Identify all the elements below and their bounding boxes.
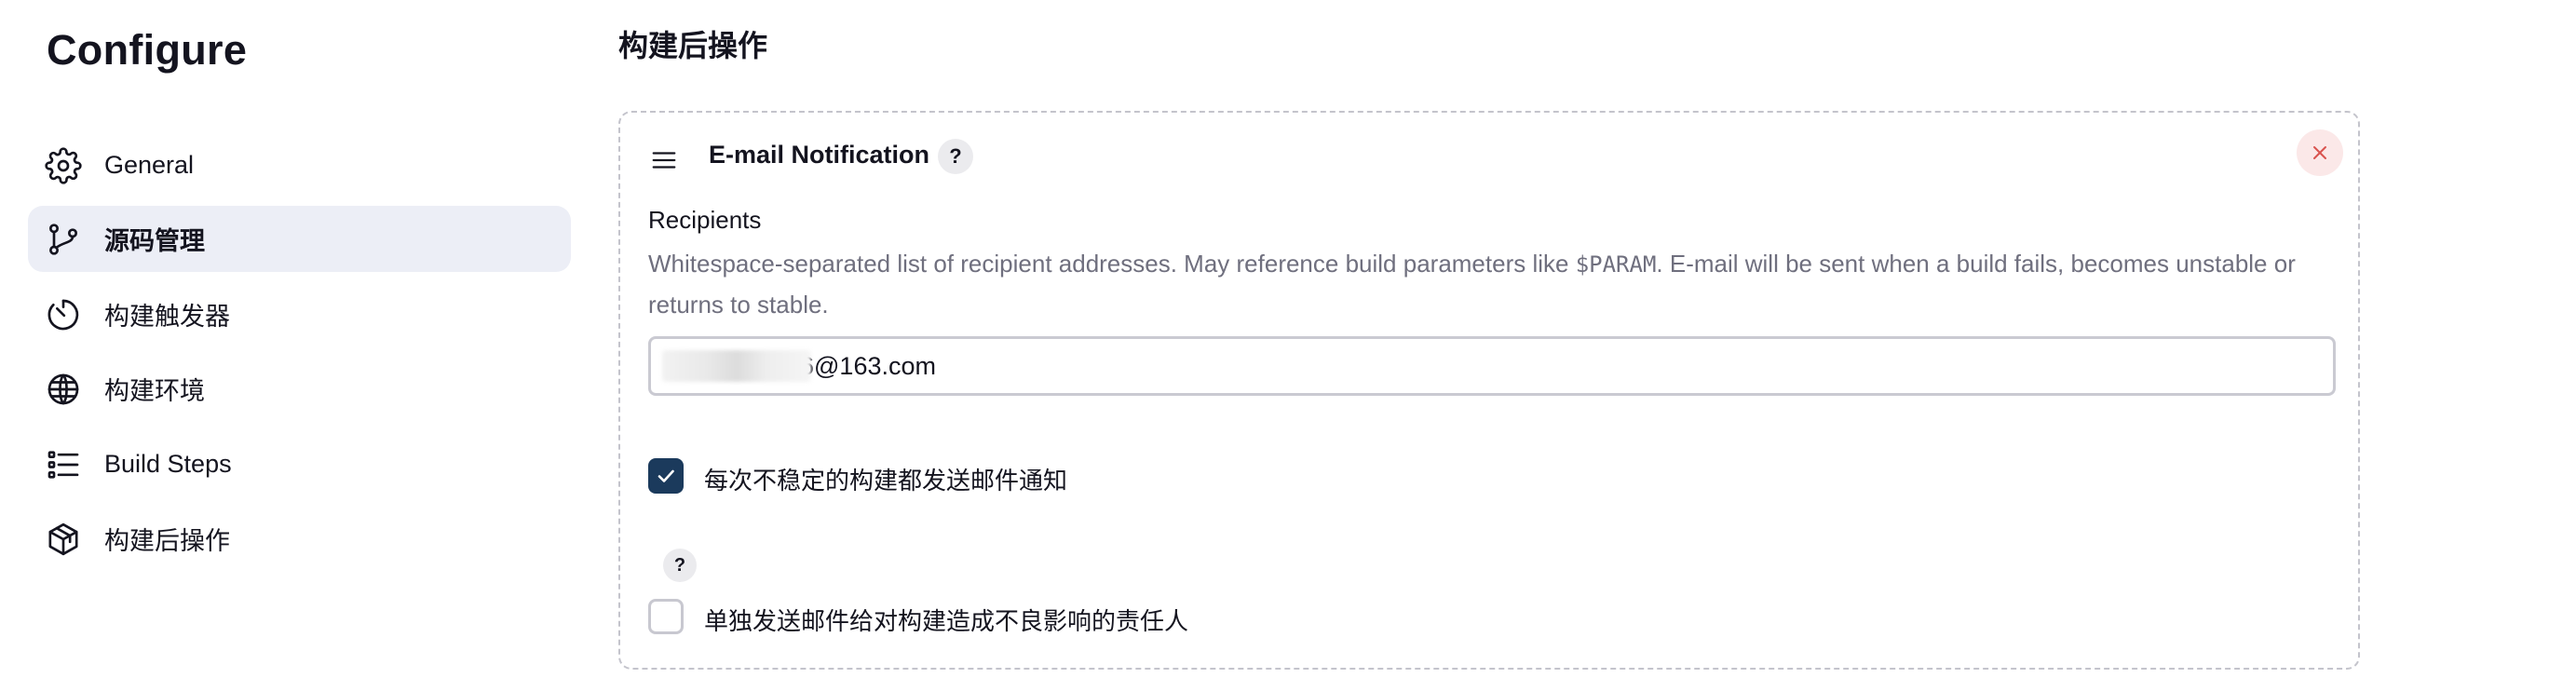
unstable-build-checkbox[interactable] — [648, 458, 684, 494]
git-branch-icon — [45, 221, 82, 258]
email-notification-card: E-mail Notification ? Recipients Whitesp… — [618, 111, 2360, 670]
sidebar-item-general[interactable]: General — [28, 132, 571, 198]
sidebar-item-label: 构建环境 — [104, 377, 205, 405]
drag-handle-icon[interactable] — [650, 146, 678, 174]
sidebar-item-post-build[interactable]: 构建后操作 — [28, 506, 571, 572]
page-title: Configure — [47, 26, 248, 74]
recipients-label: Recipients — [648, 206, 762, 234]
list-icon — [45, 446, 82, 483]
sidebar-item-source-code[interactable]: 源码管理 — [28, 206, 571, 272]
check-icon — [658, 469, 674, 482]
sidebar-item-build-triggers[interactable]: 构建触发器 — [28, 281, 571, 347]
sidebar-item-build-steps[interactable]: Build Steps — [28, 431, 571, 497]
description-text: Whitespace-separated list of recipient a… — [648, 250, 1576, 278]
redacted-mask — [662, 350, 811, 382]
sidebar-item-label: Build Steps — [104, 450, 232, 478]
sidebar-item-label: 源码管理 — [104, 227, 205, 255]
timer-icon — [45, 296, 82, 333]
close-button[interactable] — [2297, 129, 2343, 176]
help-icon[interactable]: ? — [663, 549, 697, 582]
close-icon — [2311, 143, 2329, 162]
sidebar-item-build-environment[interactable]: 构建环境 — [28, 356, 571, 422]
package-icon — [45, 521, 82, 558]
sidebar-item-label: 构建触发器 — [104, 303, 230, 331]
recipients-input[interactable] — [648, 336, 2336, 396]
culprits-label[interactable]: 单独发送邮件给对构建造成不良影响的责任人 — [704, 603, 1188, 637]
unstable-build-label[interactable]: 每次不稳定的构建都发送邮件通知 — [704, 462, 1067, 496]
param-code: $PARAM — [1575, 251, 1657, 278]
sidebar: Configure General 源码管理 构建触发器 构建环境 Build … — [0, 0, 596, 678]
sidebar-item-label: General — [104, 151, 195, 179]
section-title: 构建后操作 — [618, 29, 768, 62]
globe-icon — [45, 371, 82, 408]
help-icon[interactable]: ? — [938, 139, 973, 174]
sidebar-item-label: 构建后操作 — [104, 527, 230, 555]
recipients-description: Whitespace-separated list of recipient a… — [648, 244, 2334, 325]
card-title: E-mail Notification — [709, 141, 930, 169]
gear-icon — [45, 146, 82, 184]
culprits-checkbox[interactable] — [648, 599, 684, 634]
